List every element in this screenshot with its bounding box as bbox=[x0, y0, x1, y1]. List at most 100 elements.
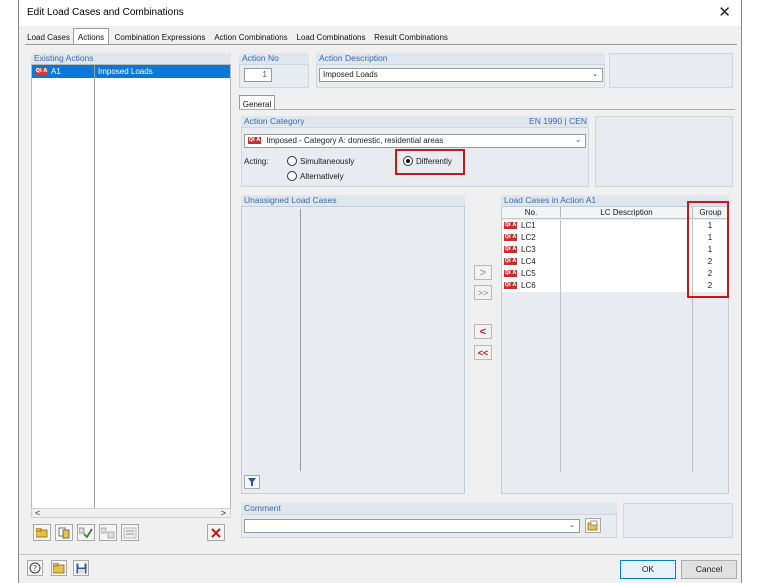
tab-load-cases[interactable]: Load Cases bbox=[25, 30, 72, 45]
filter-button[interactable] bbox=[244, 475, 260, 489]
window-title: Edit Load Cases and Combinations bbox=[27, 7, 184, 18]
sort-list-icon bbox=[123, 527, 137, 538]
radio-simultaneously-label: Simultaneously bbox=[300, 156, 355, 166]
new-action-button[interactable] bbox=[33, 524, 51, 541]
tab-combination-expressions[interactable]: Combination Expressions bbox=[111, 30, 209, 45]
tab-action-combinations[interactable]: Action Combinations bbox=[211, 30, 291, 45]
load-category-badge-icon: Qi A bbox=[248, 137, 261, 145]
load-case-badge-icon: Qi A bbox=[504, 234, 517, 241]
comment-panel: ⌄ bbox=[241, 514, 617, 538]
chevron-down-icon: ⌄ bbox=[575, 137, 581, 144]
radio-alternatively[interactable]: Alternatively bbox=[287, 171, 344, 181]
new-folder-icon bbox=[36, 527, 48, 537]
tab-load-combinations[interactable]: Load Combinations bbox=[293, 30, 369, 45]
column-header-description[interactable]: LC Description bbox=[560, 207, 692, 219]
column-separator bbox=[300, 209, 301, 471]
action-category-value: Imposed - Category A: domestic, resident… bbox=[266, 136, 444, 145]
chevron-down-icon: ⌄ bbox=[592, 71, 598, 78]
action-no-label: Action No bbox=[239, 53, 309, 64]
load-case-badge-icon: Qi A bbox=[35, 68, 48, 75]
delete-icon bbox=[211, 527, 221, 538]
svg-text:?: ? bbox=[33, 564, 37, 573]
radio-circle-icon bbox=[287, 171, 297, 181]
existing-action-row[interactable]: Qi A A1 Imposed Loads bbox=[32, 65, 230, 78]
load-case-number: LC1 bbox=[521, 221, 536, 230]
action-description-panel: Imposed Loads ⌄ bbox=[316, 64, 605, 88]
acting-label: Acting: bbox=[244, 157, 269, 166]
remove-all-button[interactable]: << bbox=[474, 345, 492, 360]
existing-actions-list: Qi A A1 Imposed Loads bbox=[31, 64, 231, 509]
cancel-button[interactable]: Cancel bbox=[681, 560, 737, 579]
load-case-badge-icon: Qi A bbox=[504, 270, 517, 277]
info-panel-top bbox=[609, 53, 733, 88]
title-bar: Edit Load Cases and Combinations ✕ bbox=[19, 0, 741, 26]
load-case-badge-icon: Qi A bbox=[504, 282, 517, 289]
load-case-number: LC2 bbox=[521, 233, 536, 242]
tab-divider bbox=[25, 44, 737, 45]
action-no-field[interactable]: 1 bbox=[244, 68, 272, 82]
comment-edit-button[interactable] bbox=[585, 518, 601, 533]
scroll-right-icon[interactable]: > bbox=[221, 508, 226, 518]
info-panel-mid bbox=[595, 116, 733, 187]
chevron-down-icon: ⌄ bbox=[569, 522, 575, 529]
add-button[interactable]: > bbox=[474, 265, 492, 280]
tab-actions[interactable]: Actions bbox=[73, 28, 109, 45]
copy-action-button[interactable] bbox=[55, 524, 73, 541]
footer-divider bbox=[19, 554, 741, 555]
action-description-dropdown[interactable]: Imposed Loads ⌄ bbox=[319, 68, 603, 82]
horizontal-scrollbar[interactable]: < > bbox=[31, 508, 231, 518]
info-panel-bottom bbox=[623, 503, 733, 538]
copy-action-icon bbox=[58, 527, 70, 538]
help-icon: ? bbox=[29, 562, 41, 574]
renumber-icon bbox=[101, 527, 115, 538]
dialog-window: Edit Load Cases and Combinations ✕ Load … bbox=[18, 0, 742, 583]
ok-button[interactable]: OK bbox=[620, 560, 676, 579]
radio-alternatively-label: Alternatively bbox=[300, 171, 344, 181]
comment-label: Comment bbox=[241, 503, 617, 514]
open-folder-icon bbox=[53, 562, 65, 573]
action-category-dropdown[interactable]: Qi A Imposed - Category A: domestic, res… bbox=[244, 134, 586, 148]
scroll-left-icon[interactable]: < bbox=[35, 508, 40, 518]
tab-general[interactable]: General bbox=[239, 95, 275, 110]
sort-actions-button[interactable] bbox=[121, 524, 139, 541]
filter-icon bbox=[248, 478, 256, 486]
renumber-button[interactable] bbox=[99, 524, 117, 541]
column-separator bbox=[560, 220, 561, 472]
standard-label: EN 1990 | CEN bbox=[529, 116, 587, 126]
comment-edit-icon bbox=[587, 520, 598, 531]
remove-button[interactable]: < bbox=[474, 324, 492, 339]
checkmark-icon bbox=[79, 527, 93, 538]
column-separator bbox=[94, 65, 95, 508]
group-column-highlight bbox=[687, 201, 729, 298]
radio-circle-icon bbox=[287, 156, 297, 166]
load-case-number: LC6 bbox=[521, 281, 536, 290]
action-id: A1 bbox=[51, 67, 61, 76]
close-icon[interactable]: ✕ bbox=[718, 3, 731, 21]
differently-highlight bbox=[395, 149, 465, 175]
load-case-number: LC4 bbox=[521, 257, 536, 266]
open-button[interactable] bbox=[51, 560, 67, 576]
load-case-number: LC3 bbox=[521, 245, 536, 254]
help-button[interactable]: ? bbox=[27, 560, 43, 576]
existing-actions-title: Existing Actions bbox=[31, 53, 231, 64]
general-tab-divider bbox=[239, 109, 735, 110]
column-header-no[interactable]: No. bbox=[502, 207, 560, 219]
load-case-badge-icon: Qi A bbox=[504, 258, 517, 265]
load-case-number: LC5 bbox=[521, 269, 536, 278]
delete-action-button[interactable] bbox=[207, 524, 225, 541]
load-case-badge-icon: Qi A bbox=[504, 222, 517, 229]
comment-field[interactable]: ⌄ bbox=[244, 519, 580, 533]
radio-simultaneously[interactable]: Simultaneously bbox=[287, 156, 354, 166]
unassigned-load-cases-list[interactable] bbox=[241, 206, 465, 494]
save-button[interactable] bbox=[73, 560, 89, 576]
add-all-button[interactable]: >> bbox=[474, 285, 492, 300]
tab-result-combinations[interactable]: Result Combinations bbox=[371, 30, 451, 45]
unassigned-load-cases-title: Unassigned Load Cases bbox=[241, 195, 465, 206]
action-description-label: Action Description bbox=[316, 53, 605, 64]
check-action-button[interactable] bbox=[77, 524, 95, 541]
action-no-panel: 1 bbox=[239, 64, 309, 88]
save-disk-icon bbox=[76, 563, 86, 573]
action-description-value: Imposed Loads bbox=[323, 70, 378, 79]
load-case-badge-icon: Qi A bbox=[504, 246, 517, 253]
action-name: Imposed Loads bbox=[98, 67, 153, 76]
